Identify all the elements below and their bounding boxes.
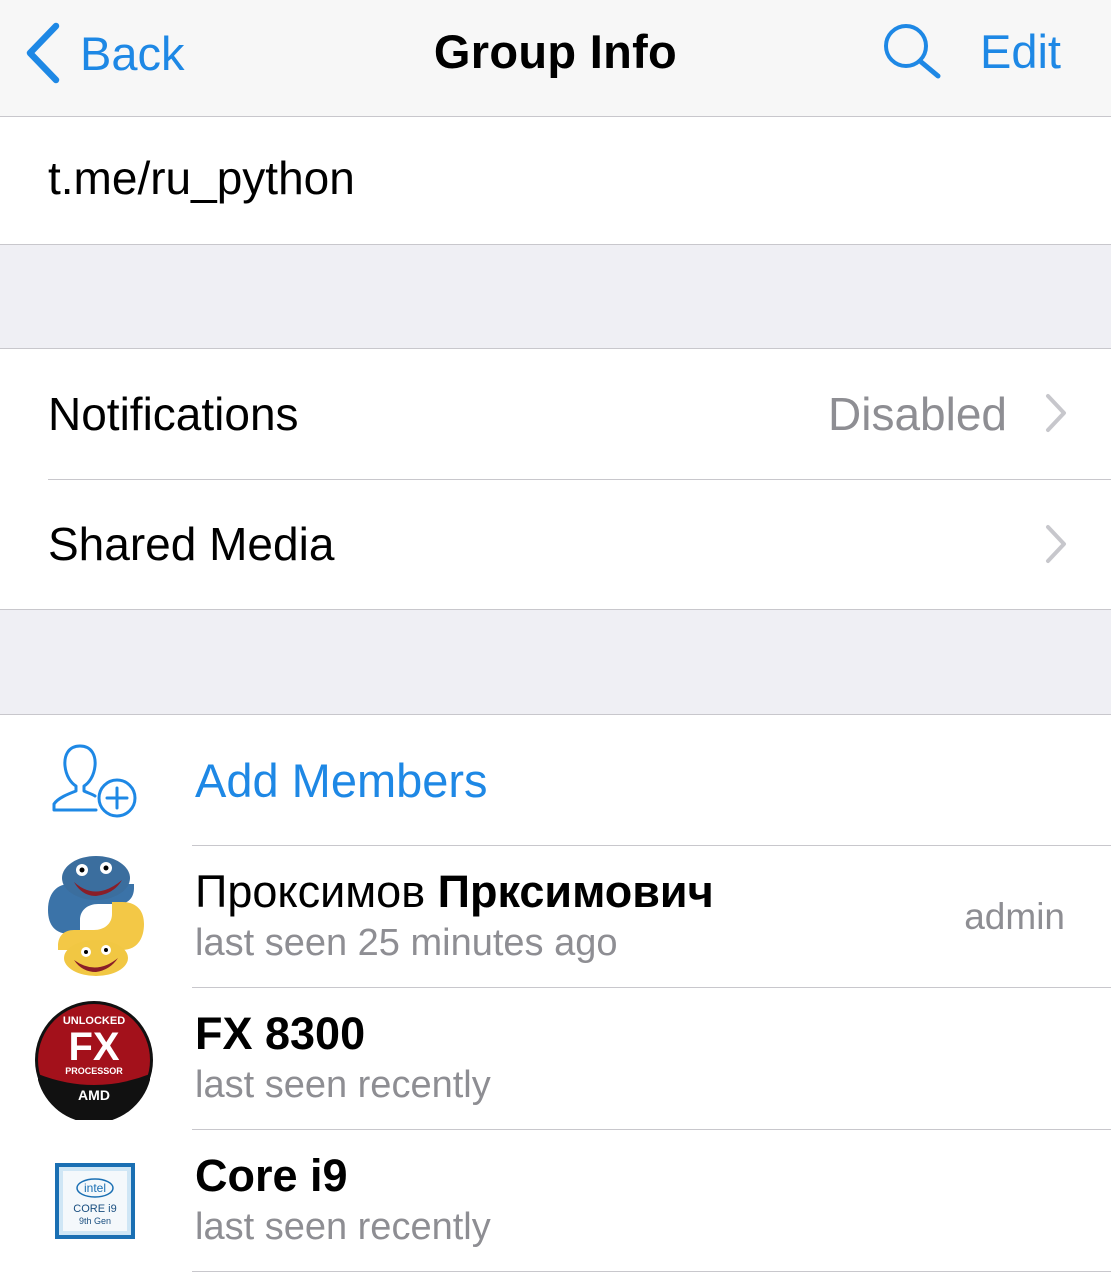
page-title: Group Info	[433, 25, 678, 78]
badge-text: CORE i9	[73, 1203, 116, 1215]
member-status: last seen 25 minutes ago	[195, 922, 618, 964]
chevron-right-icon	[1046, 525, 1066, 563]
invite-link[interactable]: t.me/ru_python	[48, 151, 355, 205]
badge-text: AMD	[78, 1087, 110, 1103]
notifications-value: Disabled	[828, 388, 1007, 440]
edit-button[interactable]: Edit	[980, 24, 1061, 79]
search-icon[interactable]	[880, 22, 944, 80]
member-status: last seen recently	[195, 1206, 491, 1248]
python-snake-avatar	[48, 856, 144, 976]
member-name: FX 8300	[195, 1008, 366, 1059]
navigation-bar: Back Group Info Edit	[0, 0, 1111, 117]
add-members-label[interactable]: Add Members	[195, 753, 488, 808]
add-user-icon	[52, 744, 137, 818]
member-row[interactable]: Проксимов Прксимович last seen 25 minute…	[0, 846, 1111, 987]
shared-media-row[interactable]: Shared Media	[0, 480, 1111, 609]
notifications-row[interactable]: Notifications Disabled	[0, 349, 1111, 479]
member-status: last seen recently	[195, 1064, 491, 1106]
notifications-label: Notifications	[48, 388, 299, 440]
chevron-right-icon	[1046, 394, 1066, 432]
member-name: Core i9	[195, 1150, 348, 1201]
badge-text: 9th Gen	[79, 1216, 111, 1226]
badge-text: intel	[84, 1181, 106, 1195]
badge-text: PROCESSOR	[65, 1066, 123, 1076]
add-members-row[interactable]	[0, 715, 1111, 845]
member-row[interactable]: intel CORE i9 9th Gen Core i9 last seen …	[0, 1130, 1111, 1271]
intel-core-i9-avatar: intel CORE i9 9th Gen	[55, 1163, 135, 1239]
badge-text: FX	[68, 1025, 119, 1069]
member-role-badge: admin	[964, 896, 1065, 937]
row-divider	[192, 1271, 1111, 1272]
member-name: Проксимов Прксимович	[195, 866, 714, 917]
amd-fx-logo-avatar: UNLOCKED FX PROCESSOR AMD	[35, 1001, 153, 1120]
shared-media-label: Shared Media	[48, 518, 335, 570]
member-row[interactable]: UNLOCKED FX PROCESSOR AMD FX 8300 last s…	[0, 988, 1111, 1129]
